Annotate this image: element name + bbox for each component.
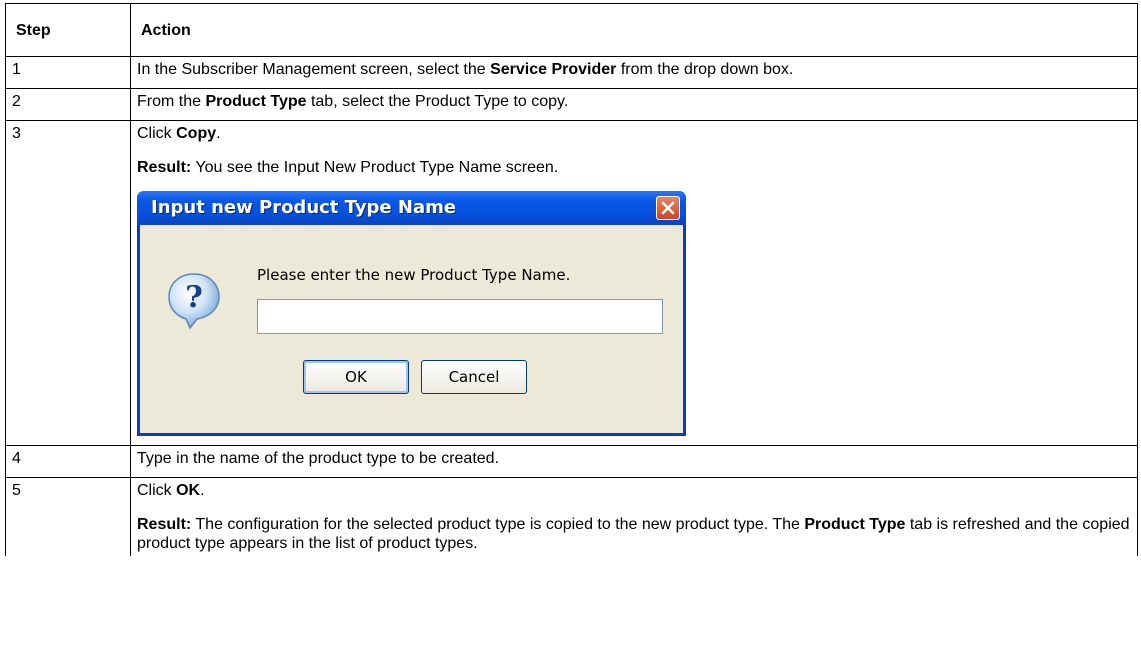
table-row: 4 Type in the name of the product type t… (5, 445, 1138, 478)
dialog-screenshot: Input new Product Type Name ? Please ent… (137, 191, 1131, 436)
action-text: Click (137, 482, 177, 499)
action-bold-text: Service Provider (490, 61, 617, 78)
step-action: In the Subscriber Management screen, sel… (130, 56, 1138, 89)
action-text: . (216, 125, 221, 142)
action-text: In the Subscriber Management screen, sel… (137, 61, 491, 78)
action-text: . (200, 482, 205, 499)
table-row: 1 In the Subscriber Management screen, s… (5, 56, 1138, 89)
step-action: From the Product Type tab, select the Pr… (130, 88, 1138, 121)
table-row: 3 Click Copy. Result: You see the Input … (5, 120, 1138, 446)
result-bold-text: Product Type (804, 516, 906, 533)
action-text: tab, select the Product Type to copy. (306, 93, 569, 110)
ok-button[interactable]: OK (303, 360, 409, 394)
step-number: 3 (5, 120, 131, 446)
step-number: 5 (5, 477, 131, 556)
dialog-titlebar: Input new Product Type Name (137, 191, 686, 225)
table-row: 2 From the Product Type tab, select the … (5, 88, 1138, 121)
input-product-type-dialog: Input new Product Type Name ? Please ent… (137, 191, 686, 436)
step-action: Click Copy. Result: You see the Input Ne… (130, 120, 1138, 446)
action-bold-text: Product Type (205, 93, 307, 110)
result-text: You see the Input New Product Type Name … (191, 159, 559, 176)
action-bold-text: Copy (176, 125, 217, 142)
table-header-row: Step Action (5, 3, 1138, 57)
step-number: 2 (5, 88, 131, 121)
step-number: 1 (5, 56, 131, 89)
action-text: from the drop down box. (616, 61, 794, 78)
dialog-prompt: Please enter the new Product Type Name. (257, 266, 571, 284)
dialog-title: Input new Product Type Name (151, 197, 457, 218)
step-number: 4 (5, 445, 131, 478)
step-header: Step (5, 3, 131, 57)
result-label: Result: (137, 516, 192, 533)
action-text: From the (137, 93, 206, 110)
step-action: Click OK. Result: The configuration for … (130, 477, 1138, 556)
product-type-name-input[interactable] (257, 299, 663, 334)
action-text: Click (137, 125, 177, 142)
action-bold-text: OK (176, 482, 201, 499)
result-label: Result: (137, 159, 192, 176)
question-icon: ? (166, 271, 222, 336)
svg-text:?: ? (185, 280, 203, 315)
action-header: Action (130, 3, 1138, 57)
steps-table: Step Action 1 In the Subscriber Manageme… (5, 3, 1138, 556)
cancel-button[interactable]: Cancel (421, 360, 527, 394)
table-row: 5 Click OK. Result: The configuration fo… (5, 477, 1138, 556)
step-action: Type in the name of the product type to … (130, 445, 1138, 478)
close-icon[interactable] (656, 196, 680, 220)
result-text: The configuration for the selected produ… (191, 516, 805, 533)
